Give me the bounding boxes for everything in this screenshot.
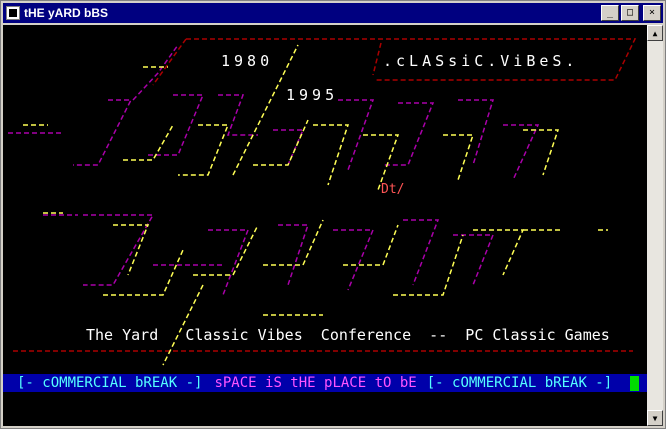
maximize-button[interactable]: □: [621, 5, 639, 21]
terminal-window: tHE yARD bBS _ □ × 1980 1995 .cLASsiC.Vi…: [0, 0, 666, 429]
yellow-stroke-2: [178, 124, 230, 176]
yellow-stroke-3: [253, 119, 309, 166]
yellow-stroke-12: [103, 249, 184, 296]
terminal-app-icon[interactable]: [6, 6, 20, 20]
yellow-stroke-15: [343, 224, 399, 266]
scroll-track[interactable]: [647, 41, 663, 410]
yellow-stroke-4: [313, 124, 350, 186]
magenta-stroke-9: [503, 124, 540, 181]
magenta-stroke-2: [132, 44, 179, 101]
magenta-stroke-15: [403, 219, 440, 286]
red-frame-left: [152, 38, 187, 86]
artist-tag: Dt/: [381, 182, 405, 197]
red-frame-tag: [372, 42, 382, 76]
terminal-screen[interactable]: 1980 1995 .cLASsiC.ViBeS. Dt/ The Yard C…: [3, 25, 647, 426]
minimize-button[interactable]: _: [601, 5, 619, 21]
magenta-stroke-16: [453, 234, 495, 286]
magenta-stroke-8: [458, 99, 495, 166]
magenta-stroke-4: [218, 94, 258, 136]
status-middle: sPACE iS tHE pLACE tO bE: [214, 375, 417, 391]
yellow-stroke-20: [162, 284, 204, 366]
yellow-stroke-6: [443, 134, 475, 181]
magenta-stroke-3: [148, 94, 205, 156]
yellow-stroke-13: [193, 224, 259, 276]
vertical-scrollbar[interactable]: ▲ ▼: [647, 25, 663, 426]
window-title: tHE yARD bBS: [24, 6, 109, 20]
yellow-stroke-7: [523, 129, 560, 176]
scroll-up-button[interactable]: ▲: [647, 25, 663, 41]
years-start: 1980: [221, 52, 274, 70]
status-bar: [- cOMMERCIAL bREAK -] sPACE iS tHE pLAC…: [3, 374, 647, 392]
tagline: .cLASsiC.ViBeS.: [383, 52, 579, 70]
years-end: 1995: [286, 86, 339, 104]
scroll-down-button[interactable]: ▼: [647, 410, 663, 426]
magenta-stroke-1: [73, 99, 133, 166]
terminal-cursor: [630, 376, 639, 391]
status-right: [- cOMMERCIAL bREAK -]: [426, 375, 613, 391]
close-button[interactable]: ×: [643, 5, 661, 21]
magenta-stroke-13: [278, 224, 310, 286]
title-bar[interactable]: tHE yARD bBS _ □ ×: [3, 3, 663, 23]
conference-line: The Yard Classic Vibes Conference -- PC …: [86, 326, 610, 344]
yellow-stroke-14: [263, 219, 324, 266]
magenta-stroke-12: [208, 229, 250, 296]
magenta-stroke-5: [273, 129, 305, 166]
status-left: [- cOMMERCIAL bREAK -]: [17, 375, 203, 391]
magenta-stroke-14: [333, 229, 375, 291]
